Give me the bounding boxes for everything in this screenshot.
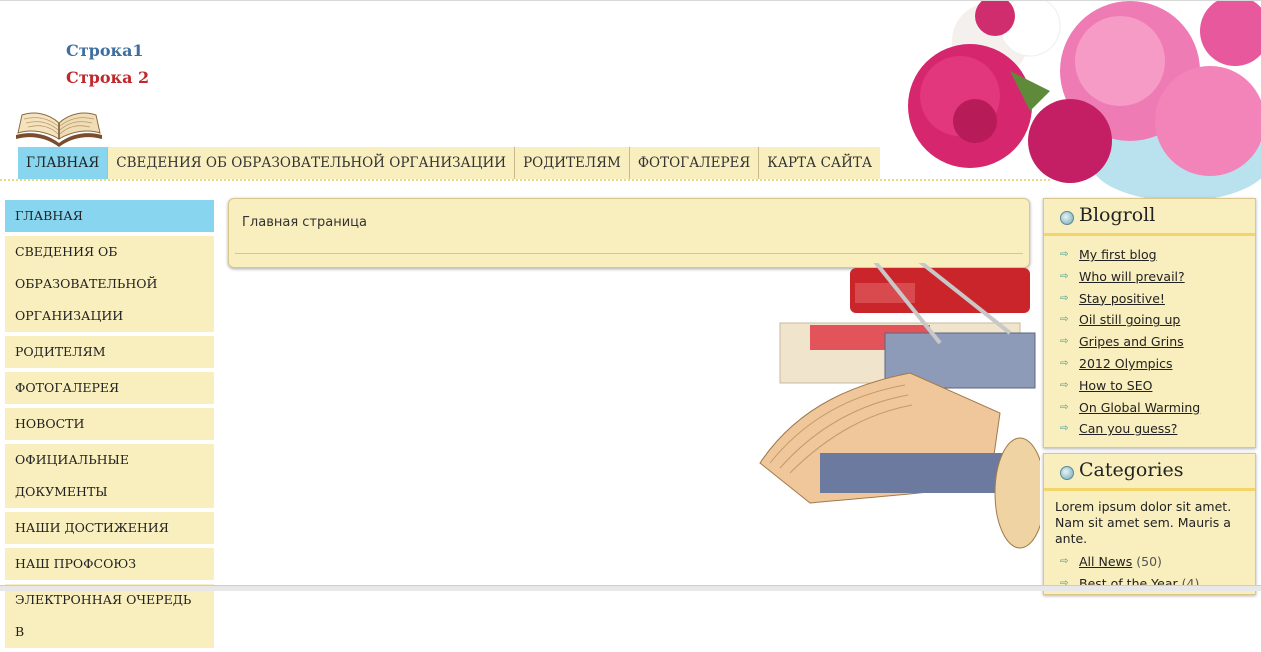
- header-divider: [0, 179, 1050, 181]
- blogroll-header: Blogroll: [1044, 199, 1255, 236]
- blogroll-link[interactable]: How to SEO: [1079, 378, 1152, 393]
- arrow-right-icon: ⇨: [1060, 292, 1069, 304]
- arrow-right-icon: ⇨: [1060, 401, 1069, 413]
- topnav-item-parents[interactable]: РОДИТЕЛЯМ: [515, 147, 630, 179]
- sidebar-item-union[interactable]: НАШ ПРОФСОЮЗ: [5, 548, 214, 580]
- list-item: ⇨ Oil still going up: [1044, 309, 1255, 331]
- blogroll-title: Blogroll: [1079, 204, 1156, 226]
- blogroll-link[interactable]: On Global Warming: [1079, 400, 1200, 415]
- blogroll-link[interactable]: Gripes and Grins: [1079, 334, 1184, 349]
- categories-widget: Categories Lorem ipsum dolor sit amet. N…: [1043, 453, 1256, 595]
- sidebar-item-gallery[interactable]: ФОТОГАЛЕРЕЯ: [5, 372, 214, 404]
- list-item: ⇨ On Global Warming: [1044, 397, 1255, 419]
- categories-header: Categories: [1044, 454, 1255, 491]
- category-count: (50): [1136, 554, 1162, 569]
- header-line-1: Строка1: [66, 41, 144, 60]
- sidebar-item-news[interactable]: НОВОСТИ: [5, 408, 214, 440]
- sidebar-item-achievements[interactable]: НАШИ ДОСТИЖЕНИЯ: [5, 512, 214, 544]
- arrow-right-icon: ⇨: [1060, 577, 1069, 589]
- blogroll-widget: Blogroll ⇨ My first blog ⇨ Who will prevai…: [1043, 198, 1256, 448]
- sidebar-item-label: СВЕДЕНИЯ ОБ ОБРАЗОВАТЕЛЬНОЙ ОРГАНИЗАЦИИ: [15, 244, 158, 323]
- horizontal-scrollbar[interactable]: [0, 585, 1261, 591]
- list-item: ⇨ 2012 Olympics: [1044, 353, 1255, 375]
- sidebar-item-main[interactable]: ГЛАВНАЯ: [5, 200, 214, 232]
- topnav-item-org-info[interactable]: СВЕДЕНИЯ ОБ ОБРАЗОВАТЕЛЬНОЙ ОРГАНИЗАЦИИ: [108, 147, 516, 179]
- topnav-item-main[interactable]: ГЛАВНАЯ: [18, 147, 109, 179]
- blogroll-link[interactable]: Can you guess?: [1079, 421, 1177, 436]
- arrow-right-icon: ⇨: [1060, 270, 1069, 282]
- sidebar-item-parents[interactable]: РОДИТЕЛЯМ: [5, 336, 214, 368]
- bullet-icon: [1060, 466, 1074, 480]
- list-item: ⇨ Can you guess?: [1044, 418, 1255, 440]
- arrow-right-icon: ⇨: [1060, 336, 1069, 348]
- arrow-right-icon: ⇨: [1060, 423, 1069, 435]
- blogroll-link[interactable]: My first blog: [1079, 247, 1157, 262]
- arrow-right-icon: ⇨: [1060, 556, 1069, 567]
- desk-books-image: [759, 263, 1040, 549]
- site-title: Строка1 Строка 2: [66, 37, 149, 91]
- sidebar-item-org-info[interactable]: СВЕДЕНИЯ ОБ ОБРАЗОВАТЕЛЬНОЙ ОРГАНИЗАЦИИ: [5, 236, 214, 332]
- blogroll-link[interactable]: Oil still going up: [1079, 312, 1180, 327]
- topnav-item-sitemap[interactable]: КАРТА САЙТА: [759, 147, 880, 179]
- category-link[interactable]: All News: [1079, 554, 1132, 569]
- top-navigation: ГЛАВНАЯ СВЕДЕНИЯ ОБ ОБРАЗОВАТЕЛЬНОЙ ОРГА…: [18, 147, 881, 179]
- arrow-right-icon: ⇨: [1060, 379, 1069, 391]
- arrow-right-icon: ⇨: [1060, 357, 1069, 369]
- categories-title: Categories: [1079, 459, 1184, 481]
- list-item: ⇨ My first blog: [1044, 244, 1255, 266]
- arrow-right-icon: ⇨: [1060, 314, 1069, 326]
- arrow-right-icon: ⇨: [1060, 249, 1069, 260]
- blogroll-link[interactable]: Who will prevail?: [1079, 269, 1185, 284]
- content-panel: Главная страница: [228, 198, 1030, 268]
- list-item: ⇨ Best of the Year (4): [1044, 573, 1255, 595]
- open-book-icon: [16, 112, 102, 147]
- topnav-item-gallery[interactable]: ФОТОГАЛЕРЕЯ: [630, 147, 760, 179]
- sidebar-item-documents[interactable]: ОФИЦИАЛЬНЫЕ ДОКУМЕНТЫ: [5, 444, 214, 508]
- list-item: ⇨ Gripes and Grins: [1044, 331, 1255, 353]
- header-line-2: Строка 2: [66, 68, 150, 87]
- blogroll-list: ⇨ My first blog ⇨ Who will prevail? ⇨ Stay …: [1044, 236, 1255, 440]
- content-divider: [235, 253, 1023, 254]
- list-item: ⇨ How to SEO: [1044, 375, 1255, 397]
- blogroll-link[interactable]: 2012 Olympics: [1079, 356, 1172, 371]
- categories-description: Lorem ipsum dolor sit amet. Nam sit amet…: [1055, 499, 1232, 546]
- sidebar-item-queue[interactable]: ЭЛЕКТРОННАЯ ОЧЕРЕДЬ В: [5, 584, 214, 648]
- list-item: ⇨ All News (50): [1044, 551, 1255, 573]
- flowers-image: [880, 1, 1261, 201]
- list-item: ⇨ Stay positive!: [1044, 288, 1255, 310]
- blogroll-link[interactable]: Stay positive!: [1079, 291, 1165, 306]
- bullet-icon: [1060, 211, 1074, 225]
- list-item: ⇨ Who will prevail?: [1044, 266, 1255, 288]
- page-title: Главная страница: [242, 215, 367, 230]
